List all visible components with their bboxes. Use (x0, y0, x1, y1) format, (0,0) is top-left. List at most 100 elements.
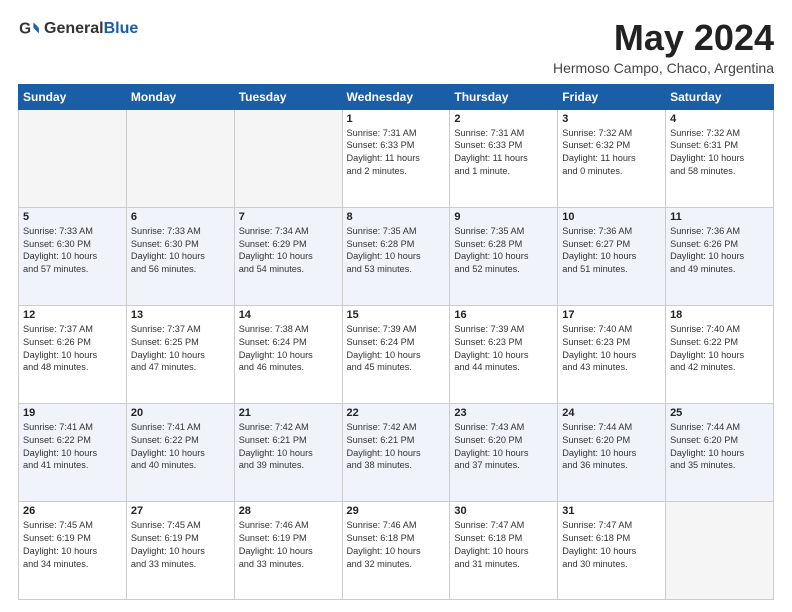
day-number: 10 (562, 211, 661, 223)
table-row: 16 Sunrise: 7:39 AMSunset: 6:23 PMDayligh… (450, 305, 558, 403)
day-info: Sunrise: 7:36 AMSunset: 6:27 PMDaylight:… (562, 225, 661, 277)
day-number: 2 (454, 113, 553, 125)
day-info: Sunrise: 7:33 AMSunset: 6:30 PMDaylight:… (23, 225, 122, 277)
table-row: 5 Sunrise: 7:33 AMSunset: 6:30 PMDaylight… (19, 207, 127, 305)
header: G GeneralBlue May 2024 Hermoso Campo, Ch… (18, 18, 774, 76)
col-wednesday: Wednesday (342, 84, 450, 109)
day-number: 25 (670, 407, 769, 419)
day-info: Sunrise: 7:43 AMSunset: 6:20 PMDaylight:… (454, 421, 553, 473)
table-row: 19 Sunrise: 7:41 AMSunset: 6:22 PMDayligh… (19, 403, 127, 501)
day-number: 28 (239, 505, 338, 517)
day-number: 12 (23, 309, 122, 321)
table-row: 7Sunrise: 7:34 AMSunset: 6:29 PMDaylight… (234, 207, 342, 305)
table-row: 22 Sunrise: 7:42 AMSunset: 6:21 PMDayligh… (342, 403, 450, 501)
day-number: 16 (454, 309, 553, 321)
col-thursday: Thursday (450, 84, 558, 109)
day-number: 22 (347, 407, 446, 419)
table-row (666, 501, 774, 599)
col-saturday: Saturday (666, 84, 774, 109)
table-row: 17 Sunrise: 7:40 AMSunset: 6:23 PMDayligh… (558, 305, 666, 403)
month-title: May 2024 (553, 18, 774, 58)
calendar-row: 12 Sunrise: 7:37 AMSunset: 6:26 PMDayligh… (19, 305, 774, 403)
day-number: 17 (562, 309, 661, 321)
day-info: Sunrise: 7:47 AMSunset: 6:18 PMDaylight:… (562, 519, 661, 571)
table-row: 21Sunrise: 7:42 AMSunset: 6:21 PMDayligh… (234, 403, 342, 501)
logo-text: GeneralBlue (44, 20, 138, 38)
col-sunday: Sunday (19, 84, 127, 109)
table-row: 3 Sunrise: 7:32 AMSunset: 6:32 PMDaylight… (558, 109, 666, 207)
table-row: 26Sunrise: 7:45 AMSunset: 6:19 PMDayligh… (19, 501, 127, 599)
day-info: Sunrise: 7:37 AMSunset: 6:26 PMDaylight:… (23, 323, 122, 375)
day-info: Sunrise: 7:31 AMSunset: 6:33 PMDaylight:… (454, 127, 553, 179)
day-number: 14 (239, 309, 338, 321)
day-number: 27 (131, 505, 230, 517)
day-info: Sunrise: 7:37 AMSunset: 6:25 PMDaylight:… (131, 323, 230, 375)
day-number: 15 (347, 309, 446, 321)
calendar-table: Sunday Monday Tuesday Wednesday Thursday… (18, 84, 774, 600)
day-info: Sunrise: 7:35 AMSunset: 6:28 PMDaylight:… (454, 225, 553, 277)
day-number: 5 (23, 211, 122, 223)
table-row (126, 109, 234, 207)
day-info: Sunrise: 7:44 AMSunset: 6:20 PMDaylight:… (670, 421, 769, 473)
day-number: 29 (347, 505, 446, 517)
day-info: Sunrise: 7:40 AMSunset: 6:22 PMDaylight:… (670, 323, 769, 375)
page: G GeneralBlue May 2024 Hermoso Campo, Ch… (0, 0, 792, 612)
logo-blue: Blue (104, 20, 139, 37)
table-row: 30 Sunrise: 7:47 AMSunset: 6:18 PMDayligh… (450, 501, 558, 599)
subtitle: Hermoso Campo, Chaco, Argentina (553, 60, 774, 76)
day-info: Sunrise: 7:40 AMSunset: 6:23 PMDaylight:… (562, 323, 661, 375)
day-number: 1 (347, 113, 446, 125)
logo-icon: G (18, 18, 40, 40)
calendar-row: 1 Sunrise: 7:31 AMSunset: 6:33 PMDaylight… (19, 109, 774, 207)
day-number: 13 (131, 309, 230, 321)
day-info: Sunrise: 7:41 AMSunset: 6:22 PMDaylight:… (23, 421, 122, 473)
day-number: 20 (131, 407, 230, 419)
day-info: Sunrise: 7:45 AMSunset: 6:19 PMDaylight:… (131, 519, 230, 571)
day-info: Sunrise: 7:45 AMSunset: 6:19 PMDaylight:… (23, 519, 122, 571)
calendar-row: 5 Sunrise: 7:33 AMSunset: 6:30 PMDaylight… (19, 207, 774, 305)
calendar-row: 26Sunrise: 7:45 AMSunset: 6:19 PMDayligh… (19, 501, 774, 599)
day-number: 4 (670, 113, 769, 125)
day-info: Sunrise: 7:39 AMSunset: 6:24 PMDaylight:… (347, 323, 446, 375)
day-info: Sunrise: 7:38 AMSunset: 6:24 PMDaylight:… (239, 323, 338, 375)
table-row: 28 Sunrise: 7:46 AMSunset: 6:19 PMDayligh… (234, 501, 342, 599)
day-number: 11 (670, 211, 769, 223)
day-number: 3 (562, 113, 661, 125)
day-info: Sunrise: 7:36 AMSunset: 6:26 PMDaylight:… (670, 225, 769, 277)
day-number: 30 (454, 505, 553, 517)
table-row: 14 Sunrise: 7:38 AMSunset: 6:24 PMDayligh… (234, 305, 342, 403)
table-row: 9Sunrise: 7:35 AMSunset: 6:28 PMDaylight… (450, 207, 558, 305)
day-info: Sunrise: 7:47 AMSunset: 6:18 PMDaylight:… (454, 519, 553, 571)
table-row: 11 Sunrise: 7:36 AMSunset: 6:26 PMDayligh… (666, 207, 774, 305)
table-row: 24Sunrise: 7:44 AMSunset: 6:20 PMDayligh… (558, 403, 666, 501)
day-number: 31 (562, 505, 661, 517)
table-row: 25 Sunrise: 7:44 AMSunset: 6:20 PMDayligh… (666, 403, 774, 501)
day-info: Sunrise: 7:39 AMSunset: 6:23 PMDaylight:… (454, 323, 553, 375)
day-number: 6 (131, 211, 230, 223)
day-info: Sunrise: 7:32 AMSunset: 6:31 PMDaylight:… (670, 127, 769, 179)
day-info: Sunrise: 7:46 AMSunset: 6:18 PMDaylight:… (347, 519, 446, 571)
day-number: 21 (239, 407, 338, 419)
logo: G GeneralBlue (18, 18, 138, 40)
table-row: 23Sunrise: 7:43 AMSunset: 6:20 PMDayligh… (450, 403, 558, 501)
svg-text:G: G (19, 20, 31, 37)
calendar-row: 19 Sunrise: 7:41 AMSunset: 6:22 PMDayligh… (19, 403, 774, 501)
table-row: 1 Sunrise: 7:31 AMSunset: 6:33 PMDaylight… (342, 109, 450, 207)
col-tuesday: Tuesday (234, 84, 342, 109)
table-row: 20Sunrise: 7:41 AMSunset: 6:22 PMDayligh… (126, 403, 234, 501)
day-info: Sunrise: 7:42 AMSunset: 6:21 PMDaylight:… (347, 421, 446, 473)
header-row: Sunday Monday Tuesday Wednesday Thursday… (19, 84, 774, 109)
day-info: Sunrise: 7:32 AMSunset: 6:32 PMDaylight:… (562, 127, 661, 179)
logo-general: General (44, 20, 104, 37)
day-info: Sunrise: 7:31 AMSunset: 6:33 PMDaylight:… (347, 127, 446, 179)
table-row: 31 Sunrise: 7:47 AMSunset: 6:18 PMDayligh… (558, 501, 666, 599)
table-row: 6 Sunrise: 7:33 AMSunset: 6:30 PMDaylight… (126, 207, 234, 305)
col-monday: Monday (126, 84, 234, 109)
table-row: 15 Sunrise: 7:39 AMSunset: 6:24 PMDayligh… (342, 305, 450, 403)
day-info: Sunrise: 7:33 AMSunset: 6:30 PMDaylight:… (131, 225, 230, 277)
day-number: 7 (239, 211, 338, 223)
table-row: 10 Sunrise: 7:36 AMSunset: 6:27 PMDayligh… (558, 207, 666, 305)
day-number: 18 (670, 309, 769, 321)
day-info: Sunrise: 7:46 AMSunset: 6:19 PMDaylight:… (239, 519, 338, 571)
day-number: 19 (23, 407, 122, 419)
